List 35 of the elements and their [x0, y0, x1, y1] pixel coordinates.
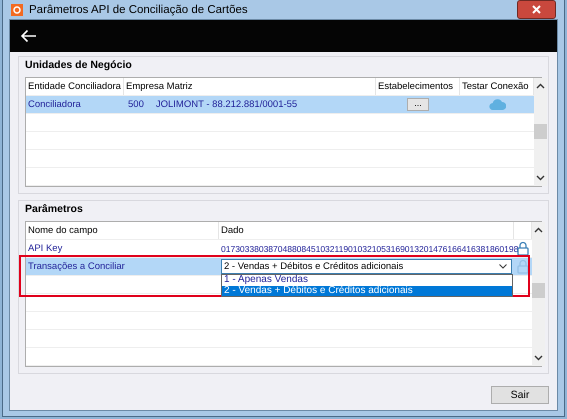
scroll-thumb[interactable] — [534, 124, 547, 139]
scroll-up-icon[interactable] — [534, 227, 543, 233]
scroll-down-icon[interactable] — [536, 175, 545, 181]
close-button[interactable] — [517, 0, 556, 19]
lock-icon — [517, 259, 529, 274]
back-arrow-icon[interactable] — [20, 29, 37, 43]
scrollbar[interactable] — [534, 78, 547, 186]
grid-row[interactable]: Conciliadora 500 JOLIMONT - 88.212.881/0001-55 ... — [26, 96, 534, 114]
column-header[interactable]: Dado — [219, 222, 514, 239]
dropdown-option[interactable]: 1 - Apenas Vendas — [222, 275, 512, 286]
table-cell: 500 — [128, 99, 144, 110]
dropdown-field[interactable]: 2 - Vendas + Débitos e Créditos adicionais — [221, 259, 512, 274]
table-cell: JOLIMONT - 88.212.881/0001-55 — [156, 99, 298, 110]
panel-title: Parâmetros — [25, 203, 84, 215]
column-header[interactable]: Nome do campo — [26, 222, 219, 239]
exit-button[interactable]: Sair — [491, 386, 549, 404]
window-title: Parâmetros API de Conciliação de Cartões — [29, 4, 249, 16]
scroll-up-icon[interactable] — [536, 83, 545, 89]
panel-title: Unidades de Negócio — [25, 59, 133, 71]
column-header[interactable]: Entidade Conciliadora — [26, 78, 124, 95]
lock-icon — [517, 241, 529, 256]
column-header[interactable]: Empresa Matriz — [124, 78, 376, 95]
column-header[interactable]: Estabelecimentos — [376, 78, 460, 95]
scroll-thumb[interactable] — [532, 283, 545, 298]
table-cell: API Key — [28, 243, 62, 254]
table-cell: 017303380387048808451032119010321053169013201476166416381860198 — [221, 244, 518, 254]
scrollbar[interactable] — [532, 222, 545, 366]
establishments-button[interactable]: ... — [407, 98, 429, 111]
dropdown-option[interactable]: 2 - Vendas + Débitos e Créditos adicionais — [222, 286, 512, 296]
table-cell: Transações a Conciliar — [28, 261, 125, 272]
chevron-icon — [499, 264, 507, 269]
app-icon — [11, 4, 23, 16]
scroll-down-icon[interactable] — [534, 355, 543, 361]
close-icon — [532, 5, 541, 14]
table-cell: Conciliadora — [28, 99, 81, 110]
